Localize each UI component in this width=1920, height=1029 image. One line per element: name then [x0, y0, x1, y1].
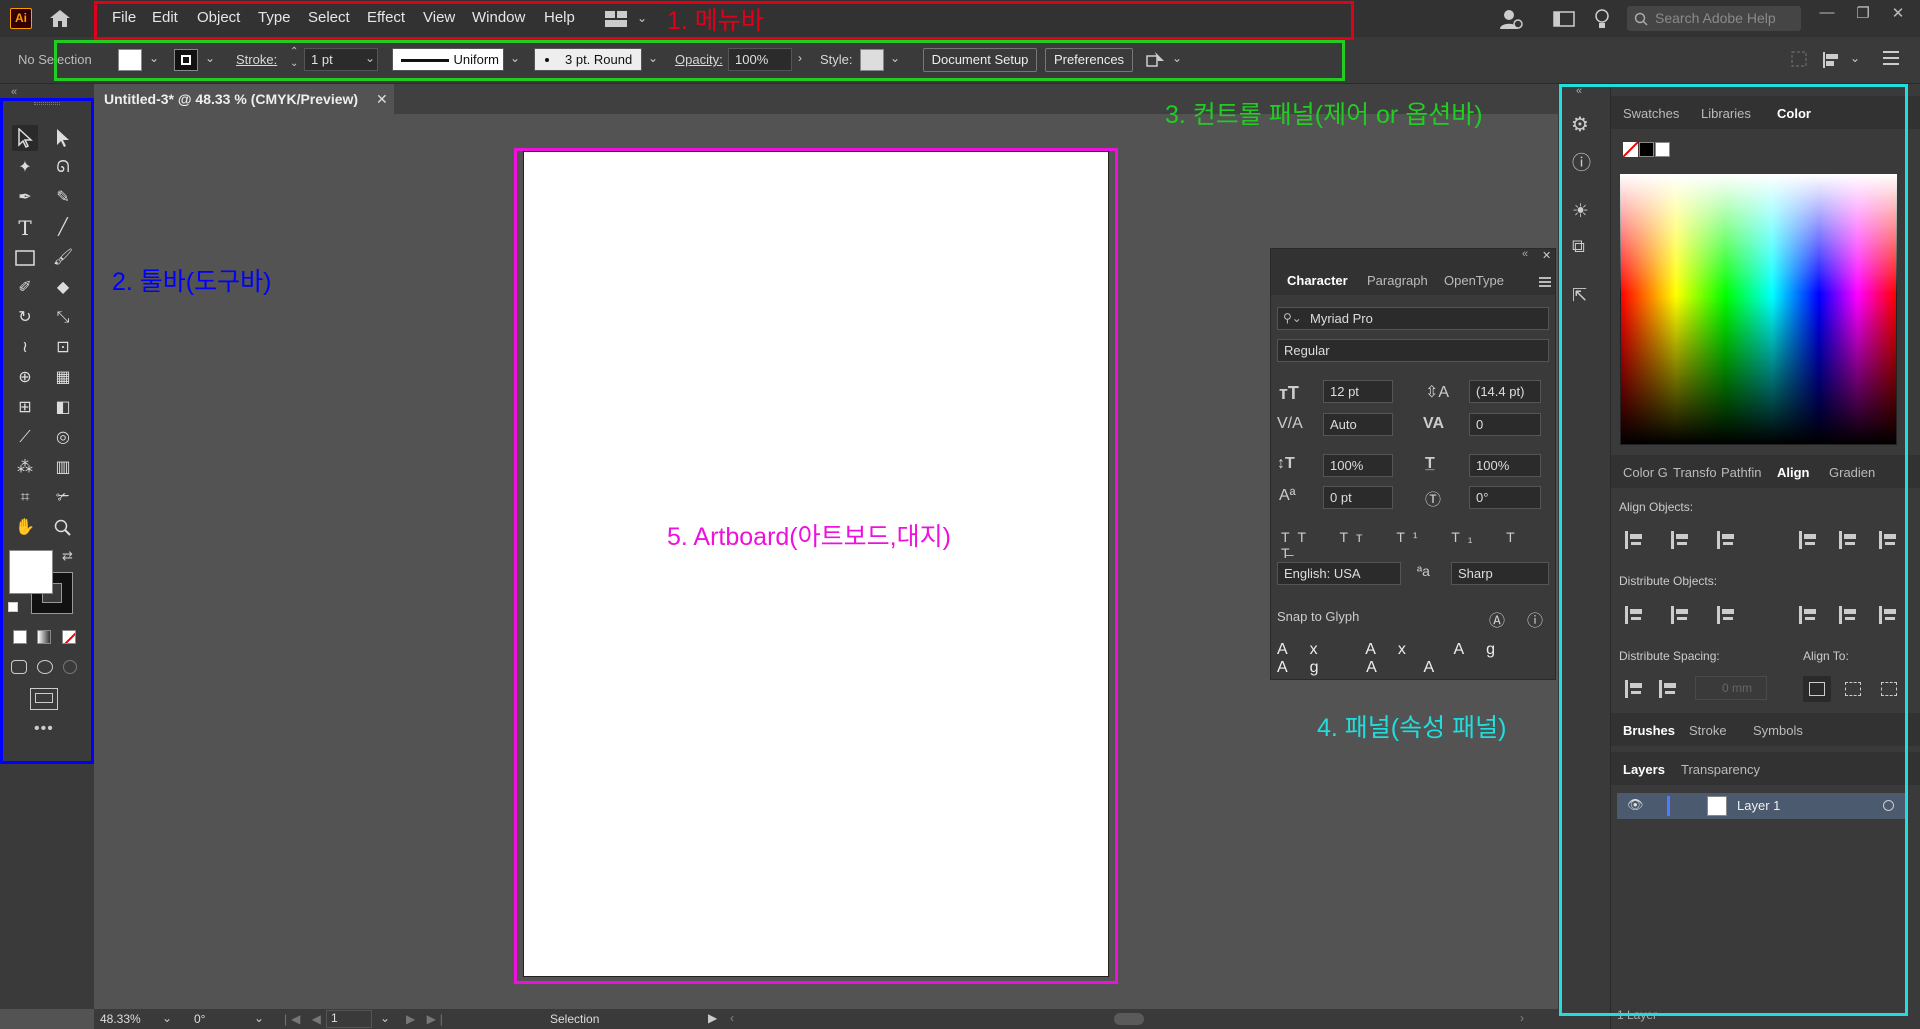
baseline-shift-input[interactable]: 0 pt: [1323, 486, 1393, 509]
menubar-annotation: 1. 메뉴바: [667, 7, 764, 35]
font-size-icon: ᴛT: [1279, 383, 1299, 403]
artboard-annotation: 5. Artboard(아트보드,대지): [667, 523, 951, 551]
panel-titlebar[interactable]: « ✕: [1271, 248, 1555, 265]
restore-icon[interactable]: ❐: [1852, 4, 1874, 24]
glyph-options-icon[interactable]: Ⓐ: [1489, 607, 1505, 631]
chevron-down-icon[interactable]: ⌄: [1850, 51, 1860, 65]
close-panel-icon[interactable]: ✕: [1542, 249, 1551, 262]
close-tab-icon[interactable]: ✕: [376, 84, 388, 114]
horizontal-scrollbar-thumb[interactable]: [1114, 1013, 1144, 1025]
chevron-down-icon[interactable]: ⌄: [380, 1011, 390, 1025]
document-title: Untitled-3* @ 48.33 % (CMYK/Preview): [104, 91, 359, 107]
horizontal-scale-input[interactable]: 100%: [1469, 454, 1541, 477]
character-rotation-icon: Ⓣ: [1425, 492, 1442, 509]
baseline-shift-icon: Aª: [1279, 487, 1296, 504]
toolbar-annotation: 2. 툴바(도구바): [112, 268, 272, 296]
panel-annotation: 4. 패널(속성 패널): [1317, 714, 1507, 742]
font-style-select[interactable]: Regular: [1277, 339, 1549, 362]
artboard-nav-prev-icon[interactable]: |◀ ◀: [284, 1012, 325, 1026]
tab-paragraph[interactable]: Paragraph: [1367, 273, 1428, 288]
character-panel: « ✕ Character Paragraph OpenType Myriad …: [1270, 248, 1556, 680]
artboard-nav-next-icon[interactable]: ▶ ▶|: [406, 1012, 447, 1026]
vertical-scale-icon: ↕T: [1277, 455, 1295, 472]
kerning-icon: V/A: [1277, 415, 1303, 432]
search-input[interactable]: Search Adobe Help: [1627, 6, 1801, 31]
home-icon[interactable]: [48, 8, 72, 28]
lightbulb-icon[interactable]: [1594, 8, 1610, 30]
collapse-panel-icon[interactable]: «: [11, 86, 19, 98]
antialias-icon: ªa: [1417, 563, 1430, 579]
share-user-icon[interactable]: [1499, 8, 1523, 30]
rotation-value[interactable]: 0°: [194, 1012, 205, 1026]
info-icon[interactable]: ⓘ: [1527, 607, 1543, 631]
artboard-highlight-box: [514, 148, 1118, 984]
tab-character[interactable]: Character: [1275, 273, 1348, 288]
tracking-input[interactable]: 0: [1469, 413, 1541, 436]
font-size-input[interactable]: 12 pt: [1323, 380, 1393, 403]
character-rotation-input[interactable]: 0°: [1469, 486, 1541, 509]
status-bar: 48.33% ⌄ 0° ⌄ |◀ ◀ 1 ⌄ ▶ ▶| Selection ▶ …: [94, 1009, 1558, 1029]
minimize-icon[interactable]: —: [1816, 4, 1838, 24]
scroll-right-icon[interactable]: ›: [1520, 1011, 1524, 1025]
align-options-icon[interactable]: [1791, 51, 1807, 67]
zoom-level[interactable]: 48.33%: [100, 1012, 164, 1026]
type-style-buttons[interactable]: TT Tт T¹ T₁ T T̶: [1281, 529, 1555, 561]
font-family-select[interactable]: Myriad Pro: [1277, 307, 1549, 330]
search-icon: ⚲⌄: [1283, 311, 1302, 325]
horizontal-scale-icon: T̲: [1425, 455, 1435, 472]
scroll-left-icon[interactable]: ‹: [730, 1011, 734, 1025]
control-annotation: 3. 컨트롤 패널(제어 or 옵션바): [1165, 101, 1483, 129]
horizontal-align-icon[interactable]: [1822, 51, 1842, 69]
close-window-icon[interactable]: ✕: [1887, 4, 1909, 24]
control-highlight-box: [54, 40, 1345, 81]
chevron-down-icon[interactable]: ⌄: [162, 1011, 172, 1025]
vertical-scale-input[interactable]: 100%: [1323, 454, 1393, 477]
chevron-down-icon[interactable]: ⌄: [254, 1011, 264, 1025]
tracking-icon: VA: [1423, 415, 1445, 432]
current-tool: Selection: [550, 1012, 600, 1026]
leading-icon: ⇳A: [1425, 384, 1450, 401]
snap-to-glyph-label: Snap to Glyph: [1277, 609, 1360, 624]
antialias-select[interactable]: Sharp: [1451, 562, 1549, 585]
leading-input[interactable]: (14.4 pt): [1469, 380, 1541, 403]
tab-opentype[interactable]: OpenType: [1444, 273, 1504, 288]
arrange-documents-icon[interactable]: [1553, 11, 1575, 27]
toolbar-highlight-box: [0, 98, 94, 764]
kerning-input[interactable]: Auto: [1323, 413, 1393, 436]
panel-menu-icon[interactable]: [1883, 51, 1899, 65]
search-icon: [1634, 12, 1648, 26]
language-select[interactable]: English: USA: [1277, 562, 1401, 585]
document-tab[interactable]: Untitled-3* @ 48.33 % (CMYK/Preview) ✕: [94, 84, 394, 114]
snap-to-glyph-buttons[interactable]: Ax Ax Ag Ag A A: [1277, 641, 1553, 676]
status-menu-icon[interactable]: ▶: [708, 1011, 717, 1025]
panel-highlight-box: [1559, 84, 1908, 1016]
collapse-icon[interactable]: «: [1522, 248, 1528, 260]
app-logo: Ai: [10, 8, 32, 29]
artboard-number[interactable]: 1: [326, 1010, 372, 1028]
panel-menu-icon[interactable]: [1539, 277, 1551, 287]
